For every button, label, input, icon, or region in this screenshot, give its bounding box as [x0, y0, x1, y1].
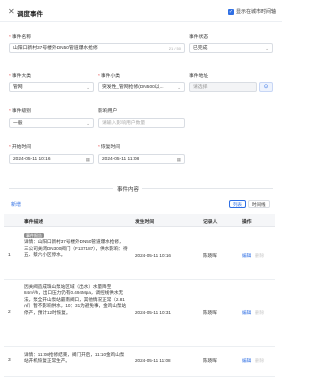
event-category-label: *事件大类 — [9, 74, 32, 79]
event-status-select[interactable]: 已完成 ⌄ — [189, 43, 273, 53]
table-row: 1 事件报告 详情：山阳口新村37号楼外DN50管道爆水抢修，三公司关闭DN30… — [4, 227, 275, 280]
row-index: 3 — [8, 358, 11, 363]
row-time: 2024-05-11 11:08 — [135, 358, 171, 363]
show-map-toggle[interactable]: ✓ 显示在城市时间轴 — [227, 8, 276, 15]
event-address-input[interactable]: 请选择 — [189, 82, 257, 92]
events-table: 事件描述 发生时间 记录人 操作 1 事件报告 详情：山阳口新村37号楼外DN5… — [4, 214, 275, 384]
edit-link[interactable]: 编辑 — [242, 358, 251, 364]
event-subcategory-select[interactable]: 突发性_管网抢修(DN500以... ⌄ — [98, 82, 185, 92]
delete-link[interactable]: 删除 — [255, 310, 264, 316]
recover-time-picker[interactable]: 2024-05-11 11:08 ▦ — [98, 154, 185, 164]
event-name-label: *事件名称 — [9, 35, 32, 40]
event-tag: 事件报告 — [24, 233, 44, 238]
chevron-down-icon: ⌄ — [86, 85, 90, 90]
show-map-toggle-label: 显示在城市时间轴 — [235, 9, 276, 15]
section-title: 事件内容 — [117, 187, 140, 193]
section-divider — [9, 188, 113, 189]
event-address-label: 事件地址 — [189, 74, 209, 79]
calendar-icon: ▦ — [85, 157, 90, 162]
event-name-input[interactable]: 山阳口新村37号楼外DN50管道爆水抢修 21 / 50 — [9, 43, 185, 53]
column-recorder: 记录人 — [203, 220, 218, 225]
close-icon[interactable]: ✕ — [8, 8, 15, 16]
list-view-button[interactable]: 列表 — [229, 200, 246, 208]
checkbox-icon[interactable]: ✓ — [227, 8, 234, 15]
row-recorder: 陈晓晖 — [203, 358, 217, 363]
chevron-down-icon: ⌄ — [177, 85, 181, 90]
edit-link[interactable]: 编辑 — [242, 253, 251, 259]
column-time: 发生时间 — [135, 220, 155, 225]
row-recorder: 陈晓晖 — [203, 253, 217, 258]
row-description: 事件报告 详情：山阳口新村37号楼外DN50管道爆水抢修，三公司关闭DN300阀… — [24, 233, 128, 258]
event-level-label: *事件级别 — [9, 109, 32, 114]
event-dialog: ✕ 调度事件 ✓ 显示在城市时间轴 *事件名称 山阳口新村37号楼外DN50管道… — [0, 0, 282, 384]
event-subcategory-label: *事件小类 — [98, 74, 121, 79]
event-name-count: 21 / 50 — [168, 46, 181, 51]
edit-link[interactable]: 编辑 — [242, 310, 251, 316]
row-index: 1 — [8, 253, 11, 258]
affected-users-input[interactable]: 请输入影响用户数量 — [98, 118, 185, 128]
start-time-picker[interactable]: 2024-05-11 10:16 ▦ — [9, 154, 94, 164]
affected-users-label: 影响用户 — [98, 109, 118, 114]
table-header: 事件描述 发生时间 记录人 操作 — [4, 214, 275, 227]
row-description: 详情：11:08抢修结束，阀门开启，11:10金鸡山泵站开机恢复正常生产。 — [24, 352, 125, 364]
column-description: 事件描述 — [24, 220, 44, 225]
row-index: 2 — [8, 310, 11, 315]
calendar-icon: ▦ — [176, 157, 181, 162]
row-recorder: 陈晓晖 — [203, 310, 217, 315]
chevron-down-icon: ⌄ — [265, 46, 269, 51]
recover-time-label: *恢复时间 — [98, 145, 121, 150]
location-icon[interactable]: ⊙ — [259, 82, 273, 92]
dialog-title: 调度事件 — [17, 11, 43, 18]
table-row: 3 详情：11:08抢修结束，阀门开启，11:10金鸡山泵站开机恢复正常生产。 … — [4, 347, 275, 377]
delete-link[interactable]: 删除 — [255, 253, 264, 259]
row-time: 2024-05-11 10:31 — [135, 310, 171, 315]
row-description: 因关阀造成珠山泵站区域（出水）水量降至84m³/h，出口压力仍有0.494Mpa… — [24, 284, 127, 315]
dialog-header: ✕ 调度事件 ✓ 显示在城市时间轴 — [0, 0, 282, 22]
column-actions: 操作 — [242, 220, 252, 225]
event-level-select[interactable]: 一般 ⌄ — [9, 118, 94, 128]
timeline-view-button[interactable]: 时间线 — [248, 200, 270, 208]
section-divider — [142, 188, 273, 189]
add-event-link[interactable]: 新增 — [11, 201, 21, 208]
event-status-label: 事件状态 — [189, 35, 209, 40]
event-category-select[interactable]: 管网 ⌄ — [9, 82, 94, 92]
start-time-label: *开始时间 — [9, 145, 32, 150]
table-row: 2 因关阀造成珠山泵站区域（出水）水量降至84m³/h，出口压力仍有0.494M… — [4, 280, 275, 347]
row-time: 2024-05-11 10:16 — [135, 253, 171, 258]
delete-link[interactable]: 删除 — [255, 358, 264, 364]
chevron-down-icon: ⌄ — [86, 121, 90, 126]
